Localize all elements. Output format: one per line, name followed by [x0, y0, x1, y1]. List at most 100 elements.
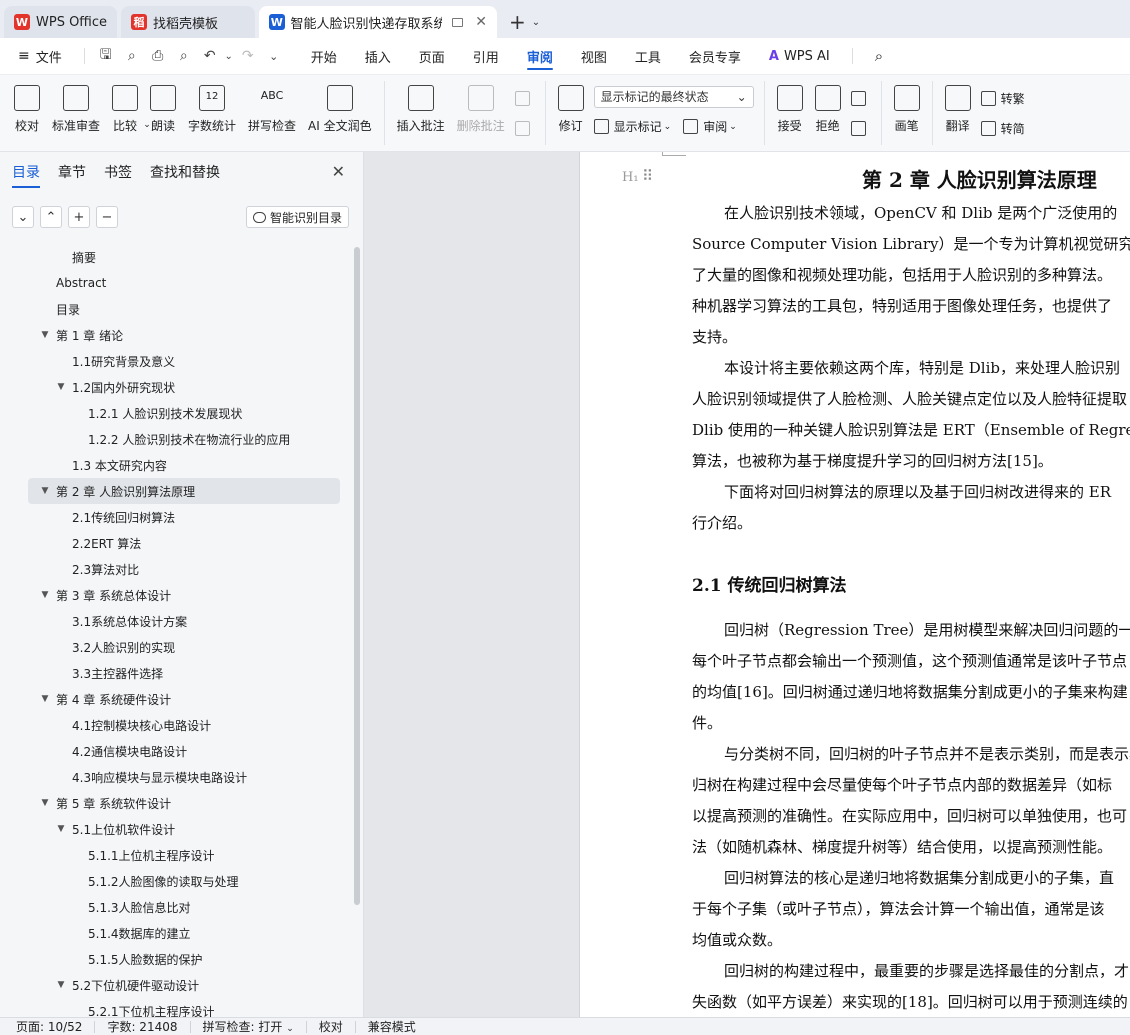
ai-polish-button[interactable]: AI 全文润色	[302, 79, 378, 147]
word-count-button[interactable]: 12 字数统计	[182, 79, 242, 147]
caret-down-icon[interactable]: ▼	[38, 694, 52, 704]
close-icon[interactable]: ✕	[332, 162, 345, 181]
next-change-button[interactable]	[850, 114, 871, 142]
revise-button[interactable]: 修订	[552, 79, 590, 147]
reject-button[interactable]: 拒绝	[809, 79, 847, 147]
close-icon[interactable]: ✕	[475, 14, 487, 30]
translate-button[interactable]: 翻译	[939, 79, 977, 147]
toc-item[interactable]: 1.3 本文研究内容	[28, 452, 340, 478]
show-markup-button[interactable]: 显示标记 ⌄	[593, 113, 671, 141]
caret-down-icon[interactable]: ▼	[54, 824, 68, 834]
menu-tools[interactable]: 工具	[621, 38, 675, 74]
ink-button[interactable]: 画笔	[888, 79, 926, 147]
toc-item[interactable]: 1.2.2 人脸识别技术在物流行业的应用	[28, 426, 340, 452]
toc-item[interactable]: 摘要	[28, 244, 340, 270]
caret-down-icon[interactable]: ▼	[54, 980, 68, 990]
caret-down-icon[interactable]: ▼	[38, 798, 52, 808]
toc-item[interactable]: ▼ 5.2下位机硬件驱动设计	[28, 972, 340, 998]
menu-wps-ai[interactable]: A WPS AI	[755, 38, 844, 74]
previous-change-button[interactable]	[850, 84, 871, 112]
document-area[interactable]: H₁ ⠿ 第 2 章 人脸识别算法原理 在人脸识别技术领域，OpenCV 和 D…	[364, 152, 1130, 1017]
tab-wps-office[interactable]: W WPS Office	[4, 6, 118, 38]
standard-review-button[interactable]: 标准审查	[46, 79, 106, 147]
tab-toc[interactable]: 目录	[12, 152, 40, 192]
caret-down-icon[interactable]: ▼	[38, 486, 52, 496]
toc-item[interactable]: 5.2.1下位机主程序设计	[28, 998, 340, 1018]
toc-item[interactable]: ▼ 第 4 章 系统硬件设计	[28, 686, 340, 712]
print-icon[interactable]: ⎙	[145, 48, 171, 64]
toc-item[interactable]: 3.1系统总体设计方案	[28, 608, 340, 634]
accept-button[interactable]: 接受	[771, 79, 809, 147]
menu-review[interactable]: 审阅	[513, 38, 567, 74]
collapse-up-button[interactable]: ⌃	[40, 206, 62, 228]
proofread-status[interactable]: 校对	[319, 1018, 355, 1035]
toc-item[interactable]: 4.3响应模块与显示模块电路设计	[28, 764, 340, 790]
smart-toc-button[interactable]: 智能识别目录	[245, 206, 349, 228]
drag-handle-icon[interactable]: ⠿	[642, 167, 653, 185]
document-page[interactable]: H₁ ⠿ 第 2 章 人脸识别算法原理 在人脸识别技术领域，OpenCV 和 D…	[579, 152, 1130, 1017]
toc-item[interactable]: ▼ 第 5 章 系统软件设计	[28, 790, 340, 816]
to-simplified-button[interactable]: 转简	[980, 114, 1025, 142]
redo-icon[interactable]: ↷	[235, 48, 261, 64]
toc-item[interactable]: ▼ 5.1上位机软件设计	[28, 816, 340, 842]
undo-icon[interactable]: ↶	[197, 48, 223, 64]
toc-item[interactable]: ▼ 1.2国内外研究现状	[28, 374, 340, 400]
tab-document[interactable]: W 智能人脸识别快递存取系统设 ✕	[259, 6, 498, 38]
toc-item[interactable]: 3.3主控器件选择	[28, 660, 340, 686]
caret-down-icon[interactable]: ▼	[38, 330, 52, 340]
toc-item[interactable]: ▼ 第 2 章 人脸识别算法原理	[28, 478, 340, 504]
delete-comment-button[interactable]: 删除批注	[451, 79, 511, 147]
toc-scrollbar[interactable]	[354, 247, 360, 905]
toc-item[interactable]: 4.2通信模块电路设计	[28, 738, 340, 764]
toc-item[interactable]: 3.2人脸识别的实现	[28, 634, 340, 660]
toc-item[interactable]: 5.1.4数据库的建立	[28, 920, 340, 946]
toc-item[interactable]: 5.1.1上位机主程序设计	[28, 842, 340, 868]
menu-view[interactable]: 视图	[567, 38, 621, 74]
previous-comment-button[interactable]	[514, 84, 535, 112]
compare-button[interactable]: 比较 ⌄	[106, 79, 151, 147]
toc-item[interactable]: 4.1控制模块核心电路设计	[28, 712, 340, 738]
new-tab-button[interactable]: + ⌄	[509, 6, 540, 38]
toc-item[interactable]: ▼ 第 1 章 绪论	[28, 322, 340, 348]
toc-item[interactable]: 5.1.2人脸图像的读取与处理	[28, 868, 340, 894]
search-icon[interactable]: ⌕	[861, 38, 897, 74]
toc-item[interactable]: ▼ 第 3 章 系统总体设计	[28, 582, 340, 608]
menu-page[interactable]: 页面	[405, 38, 459, 74]
spell-check-button[interactable]: ABC 拼写检查	[242, 79, 302, 147]
chevron-down-icon[interactable]: ⌄	[261, 50, 287, 63]
toc-item[interactable]: Abstract	[28, 270, 340, 296]
toc-item[interactable]: 2.2ERT 算法	[28, 530, 340, 556]
tab-preview-icon[interactable]	[451, 17, 464, 27]
read-aloud-button[interactable]: 朗读	[144, 79, 182, 147]
print-preview-icon[interactable]: ⌕	[171, 48, 197, 64]
menu-member[interactable]: 会员专享	[675, 38, 755, 74]
document-content[interactable]: 第 2 章 人脸识别算法原理 在人脸识别技术领域，OpenCV 和 Dlib 是…	[692, 162, 1130, 1017]
page-indicator[interactable]: 页面: 10/52	[16, 1018, 94, 1035]
remove-heading-button[interactable]: −	[96, 206, 118, 228]
menu-start[interactable]: 开始	[297, 38, 351, 74]
spell-check-status[interactable]: 拼写检查: 打开 ⌄	[203, 1018, 306, 1035]
save-icon[interactable]: 🖫	[93, 44, 119, 68]
caret-down-icon[interactable]: ▼	[38, 590, 52, 600]
chevron-down-icon[interactable]: ⌄	[532, 17, 540, 28]
heading-marker-icon[interactable]: H₁	[622, 170, 639, 185]
add-heading-button[interactable]: +	[68, 206, 90, 228]
menu-reference[interactable]: 引用	[459, 38, 513, 74]
word-count[interactable]: 字数: 21408	[107, 1018, 189, 1035]
menu-insert[interactable]: 插入	[351, 38, 405, 74]
chevron-down-icon[interactable]: ⌄	[223, 51, 235, 62]
markup-mode-select[interactable]: 显示标记的最终状态 ⌄	[593, 85, 754, 108]
next-comment-button[interactable]	[514, 114, 535, 142]
file-menu[interactable]: ≡ 文件	[10, 38, 76, 74]
tab-sections[interactable]: 章节	[58, 152, 86, 192]
toc-item[interactable]: 2.1传统回归树算法	[28, 504, 340, 530]
review-pane-button[interactable]: 审阅 ⌄	[683, 113, 737, 141]
proofread-button[interactable]: 校对	[8, 79, 46, 147]
toc-item[interactable]: 目录	[28, 296, 340, 322]
caret-down-icon[interactable]: ▼	[54, 382, 68, 392]
insert-comment-button[interactable]: 插入批注	[391, 79, 451, 147]
tab-bookmarks[interactable]: 书签	[104, 152, 132, 192]
expand-down-button[interactable]: ⌄	[12, 206, 34, 228]
toc-item[interactable]: 2.3算法对比	[28, 556, 340, 582]
toc-item[interactable]: 5.1.3人脸信息比对	[28, 894, 340, 920]
